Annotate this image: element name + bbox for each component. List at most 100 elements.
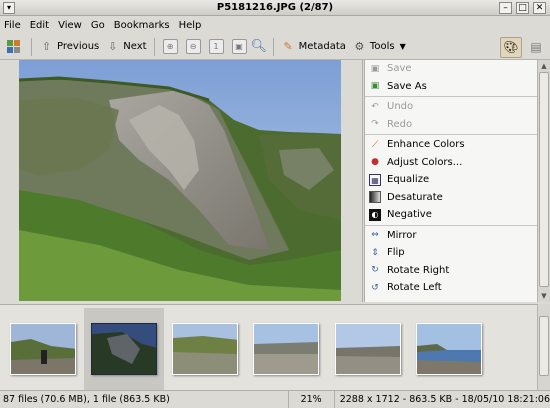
thumbnail[interactable] — [335, 323, 401, 375]
tools-panel: ▣ Save ▣ Save As ↶ Undo ↷ Redo ⟋ Enhance Colo… — [364, 60, 537, 302]
main-photo[interactable] — [19, 60, 341, 301]
tool-mirror[interactable]: ⇔ Mirror — [365, 227, 537, 245]
mirror-icon: ⇔ — [371, 230, 379, 241]
menu-go[interactable]: Go — [91, 20, 105, 31]
tool-equalize[interactable]: ▦ Equalize — [365, 171, 537, 189]
tool-rotate-left[interactable]: ↺ Rotate Left — [365, 279, 537, 297]
thumbnail-strip — [0, 304, 537, 391]
thumbnail-selected[interactable] — [91, 323, 157, 375]
equalize-icon: ▦ — [369, 173, 381, 186]
toolbar-separator — [31, 37, 32, 56]
next-button[interactable]: ⇩ Next — [102, 36, 149, 58]
tool-save[interactable]: ▣ Save — [365, 60, 537, 78]
previous-button[interactable]: ⇧ Previous — [36, 36, 102, 58]
panel-separator — [365, 134, 537, 135]
properties-toggle-button[interactable]: ▤ — [526, 37, 546, 58]
status-bar: 87 files (70.6 MB), 1 file (863.5 KB) 21… — [0, 390, 550, 408]
palette-icon: ● — [371, 157, 379, 168]
zoom-in-icon[interactable]: ⊕ — [162, 39, 178, 54]
wand-icon: ⟋ — [371, 139, 379, 150]
window-title: P5181216.JPG (2/87) — [216, 1, 334, 13]
image-viewer-window: ▾ P5181216.JPG (2/87) – □ ✕ File Edit Vi… — [0, 0, 550, 408]
actual-size-icon[interactable]: 1 — [208, 39, 224, 54]
menu-help[interactable]: Help — [179, 20, 202, 31]
redo-icon: ↷ — [371, 119, 379, 130]
rotate-left-icon: ↺ — [371, 282, 379, 293]
maximize-button[interactable]: □ — [516, 2, 529, 14]
flip-icon: ⇕ — [371, 247, 379, 258]
zoom-fit-icon[interactable]: ▣ — [231, 39, 247, 54]
tool-save-as[interactable]: ▣ Save As — [365, 78, 537, 96]
tool-redo[interactable]: ↷ Redo — [365, 116, 537, 134]
thumbnail[interactable] — [10, 323, 76, 375]
tools-label: Tools — [369, 41, 395, 52]
menu-bar: File Edit View Go Bookmarks Help — [0, 16, 550, 34]
tool-label: Rotate Right — [387, 264, 450, 276]
panel-separator — [365, 224, 537, 226]
minimize-button[interactable]: – — [499, 2, 512, 14]
tool-label: Save — [387, 63, 412, 75]
rotate-right-icon: ↻ — [371, 265, 379, 276]
tool-label: Rotate Left — [387, 282, 442, 294]
menu-edit[interactable]: Edit — [30, 20, 49, 31]
tool-label: Redo — [387, 118, 413, 130]
magnifier-icon[interactable]: 🔍︎ — [251, 39, 268, 54]
arrow-up-icon: ⇧ — [41, 40, 52, 53]
arrow-down-icon: ⇩ — [108, 40, 118, 53]
thumbnail[interactable] — [253, 323, 319, 375]
undo-icon: ↶ — [371, 101, 379, 112]
palette-toggle-button[interactable]: 🎨︎ — [500, 37, 522, 58]
tool-label: Desaturate — [387, 191, 443, 203]
next-label: Next — [123, 41, 147, 52]
menu-view[interactable]: View — [58, 20, 82, 31]
tool-label: Equalize — [387, 174, 430, 186]
status-zoom: 21% — [289, 391, 335, 408]
tool-desaturate[interactable]: Desaturate — [365, 189, 537, 207]
scroll-up-icon[interactable]: ▲ — [539, 61, 549, 71]
tool-label: Save As — [387, 80, 427, 92]
close-button[interactable]: ✕ — [533, 2, 546, 14]
tool-label: Flip — [387, 247, 405, 259]
thumbnail[interactable] — [172, 323, 238, 375]
save-as-icon: ▣ — [370, 81, 380, 92]
tool-label: Negative — [387, 209, 432, 221]
metadata-button[interactable]: ✎ Metadata — [278, 36, 349, 58]
status-files: 87 files (70.6 MB), 1 file (863.5 KB) — [0, 391, 289, 408]
menu-file[interactable]: File — [4, 20, 21, 31]
tool-label: Undo — [387, 101, 414, 113]
panel-separator — [365, 96, 537, 97]
zoom-out-icon[interactable]: ⊖ — [185, 39, 201, 54]
tool-undo[interactable]: ↶ Undo — [365, 98, 537, 116]
thumbnail-scrollbar[interactable] — [537, 304, 550, 390]
scroll-thumb[interactable] — [539, 72, 549, 287]
grid-icon — [6, 39, 21, 54]
status-image-info: 2288 x 1712 - 863.5 KB - 18/05/10 18:21:… — [339, 394, 550, 405]
tool-rotate-right[interactable]: ↻ Rotate Right — [365, 262, 537, 280]
scroll-down-icon[interactable]: ▼ — [539, 291, 549, 301]
palette-icon: 🎨︎ — [503, 40, 519, 54]
pencil-icon: ✎ — [283, 40, 293, 53]
tool-flip[interactable]: ⇕ Flip — [365, 244, 537, 262]
title-bar: ▾ P5181216.JPG (2/87) – □ ✕ — [0, 0, 550, 16]
desaturate-icon — [369, 191, 381, 204]
chevron-down-icon: ▼ — [399, 42, 406, 51]
metadata-label: Metadata — [298, 41, 346, 52]
toolbar: ⇧ Previous ⇩ Next ⊕ ⊖ 1 ▣ 🔍︎ ✎ Metadata … — [0, 34, 550, 60]
browser-view-button[interactable] — [3, 36, 27, 58]
tool-label: Adjust Colors... — [387, 156, 463, 168]
negative-icon: ◐ — [369, 208, 381, 221]
tools-panel-scrollbar[interactable]: ▲ ▼ — [537, 60, 550, 302]
menu-bookmarks[interactable]: Bookmarks — [114, 20, 170, 31]
image-viewer[interactable] — [0, 60, 363, 302]
gear-icon: ⚙ — [354, 40, 365, 53]
thumbnail[interactable] — [416, 323, 482, 375]
save-icon: ▣ — [370, 63, 380, 74]
scroll-thumb[interactable] — [539, 316, 549, 376]
tool-enhance-colors[interactable]: ⟋ Enhance Colors — [365, 136, 537, 154]
tool-negative[interactable]: ◐ Negative — [365, 206, 537, 224]
previous-label: Previous — [57, 41, 100, 52]
document-icon: ▤ — [530, 40, 542, 54]
toolbar-separator — [272, 37, 274, 56]
tool-adjust-colors[interactable]: ● Adjust Colors... — [365, 154, 537, 172]
tools-button[interactable]: ⚙ Tools ▼ — [349, 36, 409, 58]
